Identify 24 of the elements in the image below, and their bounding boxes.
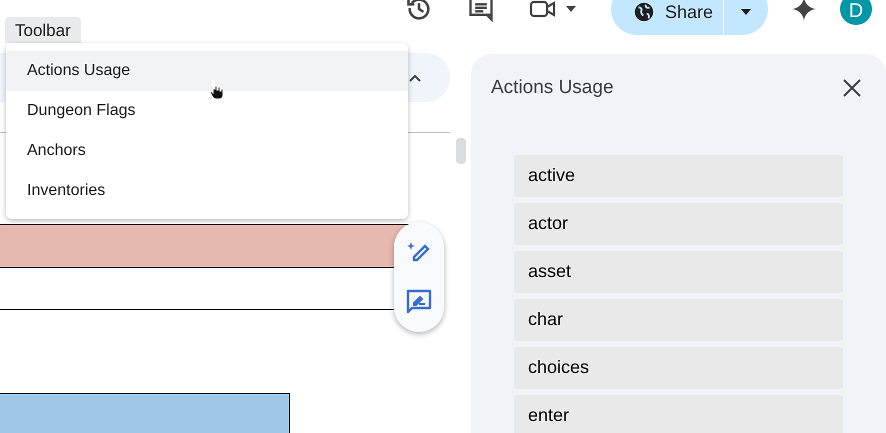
menu-item[interactable]: Inventories: [6, 171, 408, 211]
menu-item[interactable]: Dungeon Flags: [6, 91, 408, 131]
usage-item[interactable]: char: [514, 298, 843, 340]
scrollbar-thumb[interactable]: [456, 138, 466, 164]
chevron-up-icon[interactable]: [408, 72, 422, 82]
usage-item[interactable]: asset: [514, 250, 843, 292]
hand-cursor-icon: [208, 80, 224, 100]
usage-item[interactable]: choices: [514, 346, 843, 388]
globe-icon: [632, 1, 655, 23]
share-button[interactable]: Share: [610, 0, 768, 35]
usage-item[interactable]: enter: [514, 394, 843, 433]
panel-title: Actions Usage: [491, 76, 614, 100]
menu-item[interactable]: Anchors: [6, 131, 408, 171]
account-avatar[interactable]: D: [840, 0, 872, 25]
usage-item[interactable]: actor: [514, 202, 843, 244]
usage-item[interactable]: active: [514, 154, 843, 196]
comment-icon[interactable]: [466, 0, 495, 23]
close-icon[interactable]: [842, 78, 862, 98]
comment-edit-icon[interactable]: [406, 288, 432, 314]
share-label: Share: [664, 0, 713, 24]
toolbar-menu-button[interactable]: Toolbar: [5, 17, 81, 43]
menu-item[interactable]: Actions Usage: [6, 51, 408, 91]
caret-icon: [740, 8, 752, 16]
caret-icon: [564, 5, 577, 13]
